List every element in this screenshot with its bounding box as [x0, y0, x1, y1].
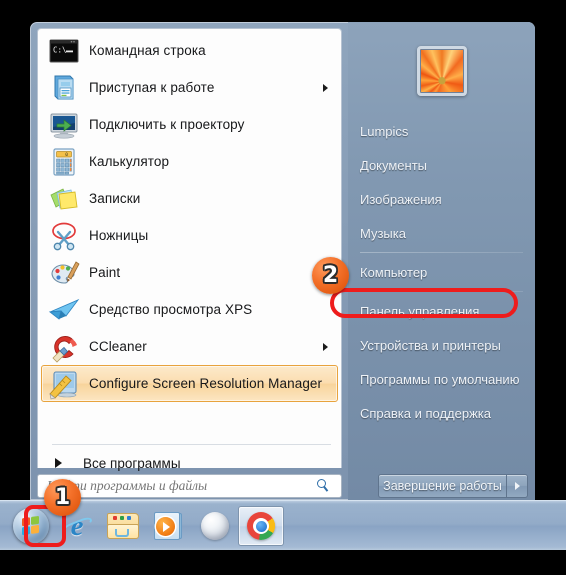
xps-viewer-icon: [48, 294, 80, 326]
search-box[interactable]: [37, 474, 342, 498]
program-item[interactable]: Configure Screen Resolution Manager: [41, 365, 338, 402]
program-item-label: Калькулятор: [89, 154, 170, 169]
program-item[interactable]: Подключить к проектору: [41, 106, 338, 143]
program-list: C:\ Командная строка Приступая к работе …: [38, 32, 341, 402]
chevron-right-icon: [55, 458, 62, 468]
program-item-label: Командная строка: [89, 43, 206, 58]
svg-text:C:\: C:\: [53, 45, 67, 54]
program-item-label: Подключить к проектору: [89, 117, 245, 132]
search-icon[interactable]: [314, 478, 336, 494]
chevron-right-icon: [323, 342, 328, 351]
right-panel-list: Lumpics Документы Изображения Музыка Компьют…: [348, 114, 535, 430]
avatar[interactable]: [416, 46, 467, 96]
screen: C:\ Командная строка Приступая к работе …: [0, 0, 566, 575]
snipping-tool-icon: [48, 220, 80, 252]
right-panel-item-label: Lumpics: [360, 123, 409, 139]
right-panel-item-label: Компьютер: [360, 264, 428, 280]
ccleaner-icon: [48, 331, 80, 363]
globe-icon[interactable]: [201, 512, 229, 540]
right-panel-item[interactable]: Музыка: [348, 216, 535, 250]
program-item[interactable]: Ножницы: [41, 217, 338, 254]
shutdown-row: Завершение работы: [378, 474, 528, 498]
right-panel-item[interactable]: Устройства и принтеры: [348, 328, 535, 362]
right-panel-item[interactable]: Lumpics: [348, 114, 535, 148]
right-panel-item[interactable]: Документы: [348, 148, 535, 182]
calculator-icon: 0: [48, 146, 80, 178]
folder-explorer-icon[interactable]: [107, 513, 139, 539]
annotation-badge-1: 1: [44, 479, 81, 516]
taskbar: e: [0, 500, 566, 550]
command-prompt-icon: C:\: [48, 35, 80, 67]
shutdown-options-button[interactable]: [506, 474, 528, 498]
program-item-label: Configure Screen Resolution Manager: [89, 376, 323, 391]
program-item-label: Ножницы: [89, 228, 149, 243]
right-panel-item-label: Программы по умолчанию: [360, 371, 520, 387]
chrome-icon[interactable]: [247, 512, 275, 540]
program-item-label: Записки: [89, 191, 141, 206]
shutdown-label: Завершение работы: [383, 479, 502, 493]
program-item-label: Paint: [89, 265, 121, 280]
right-panel-separator: [360, 252, 523, 253]
all-programs-label: Все программы: [83, 455, 181, 471]
connect-to-projector-icon: [48, 109, 80, 141]
taskbar-item-unknown-app[interactable]: [192, 506, 238, 546]
user-avatar-flower-icon: [416, 46, 467, 96]
screen-resolution-icon: [48, 368, 80, 400]
highlight-control-panel: [330, 288, 518, 318]
right-panel-item-label: Изображения: [360, 191, 442, 207]
right-panel-item-label: Устройства и принтеры: [360, 337, 501, 353]
taskbar-item-google-chrome[interactable]: [238, 506, 284, 546]
search-row: [37, 474, 342, 498]
svg-text:0: 0: [65, 152, 68, 158]
program-item[interactable]: Приступая к работе: [41, 69, 338, 106]
start-menu: C:\ Командная строка Приступая к работе …: [30, 22, 535, 500]
program-item-label: CCleaner: [89, 339, 147, 354]
all-programs-separator: [52, 444, 331, 445]
right-panel-item-label: Музыка: [360, 225, 406, 241]
program-item[interactable]: CCleaner: [41, 328, 338, 365]
program-item[interactable]: Средство просмотра XPS: [41, 291, 338, 328]
chevron-right-icon: [514, 482, 520, 490]
program-item[interactable]: C:\ Командная строка: [41, 32, 338, 69]
program-item[interactable]: Записки: [41, 180, 338, 217]
right-panel-item[interactable]: Изображения: [348, 182, 535, 216]
paint-icon: [48, 257, 80, 289]
right-panel-item[interactable]: Компьютер: [348, 255, 535, 289]
chevron-right-icon: [323, 83, 328, 92]
program-item-label: Средство просмотра XPS: [89, 302, 253, 317]
right-panel-item-label: Справка и поддержка: [360, 405, 491, 421]
annotation-badge-2: 2: [312, 257, 349, 294]
sticky-notes-icon: [48, 183, 80, 215]
program-item[interactable]: Paint: [41, 254, 338, 291]
right-panel-item[interactable]: Программы по умолчанию: [348, 362, 535, 396]
program-item[interactable]: 0 Калькулятор: [41, 143, 338, 180]
taskbar-item-windows-media-player[interactable]: [146, 506, 192, 546]
start-menu-right-pane: Lumpics Документы Изображения Музыка Компьют…: [348, 22, 535, 500]
right-panel-item[interactable]: Справка и поддержка: [348, 396, 535, 430]
getting-started-icon: [48, 72, 80, 104]
taskbar-item-windows-explorer[interactable]: [100, 506, 146, 546]
media-player-icon[interactable]: [154, 512, 184, 540]
program-item-label: Приступая к работе: [89, 80, 215, 95]
right-panel-item-label: Документы: [360, 157, 428, 173]
start-menu-left-pane: C:\ Командная строка Приступая к работе …: [37, 28, 342, 471]
shutdown-button[interactable]: Завершение работы: [378, 474, 506, 498]
